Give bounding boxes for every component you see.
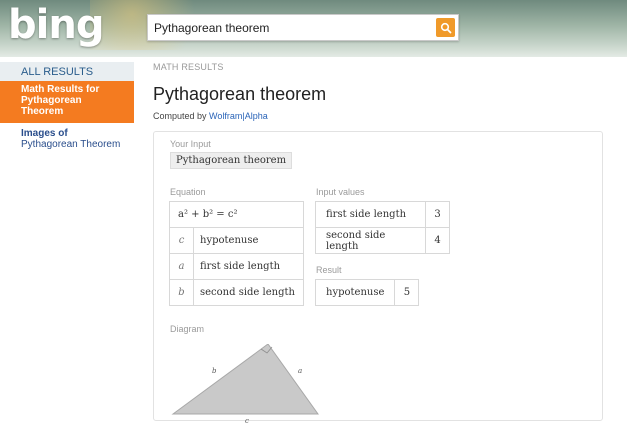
- input-values-table: first side length 3 second side length 4: [315, 201, 450, 254]
- table-row: hypotenuse 5: [314, 279, 420, 306]
- your-input-label: Your Input: [170, 139, 211, 149]
- result-name-cell: hypotenuse: [314, 279, 396, 306]
- search-button[interactable]: [436, 18, 455, 37]
- diagram-label: Diagram: [170, 324, 205, 334]
- equation-label: Equation: [170, 187, 206, 197]
- input-value-cell: 3: [425, 201, 450, 228]
- computed-by-label: Computed by: [153, 111, 210, 121]
- input-value-cell: 4: [425, 227, 450, 254]
- result-value-cell: 5: [394, 279, 420, 306]
- wolfram-alpha-link[interactable]: Wolfram|Alpha: [209, 111, 268, 121]
- symbol-cell: b: [169, 279, 194, 306]
- symbol-cell: c: [169, 227, 194, 254]
- table-row: a² + b² = c²: [169, 201, 304, 228]
- side-a-label: a: [298, 367, 302, 375]
- result-label: Result: [316, 265, 342, 275]
- sidebar-item-images[interactable]: Images of Pythagorean Theorem: [0, 123, 134, 155]
- sidebar-item-all-results[interactable]: ALL RESULTS: [0, 62, 134, 81]
- breadcrumb: MATH RESULTS: [153, 62, 224, 72]
- sidebar-item-label: Pythagorean Theorem: [21, 139, 121, 150]
- description-cell: first side length: [193, 253, 304, 280]
- side-b-label: b: [212, 367, 217, 375]
- input-values-label: Input values: [316, 187, 365, 197]
- sidebar-item-label: Math Results for: [21, 84, 100, 95]
- table-row: b second side length: [169, 279, 304, 306]
- result-table: hypotenuse 5: [314, 279, 420, 306]
- sidebar-item-label: Images of: [21, 128, 68, 139]
- table-row: a first side length: [169, 253, 304, 280]
- sidebar-item-label: Theorem: [21, 106, 64, 117]
- search-box: [147, 14, 459, 41]
- sidebar-item-math-results[interactable]: Math Results for Pythagorean Theorem: [0, 81, 134, 123]
- computed-by: Computed by Wolfram|Alpha: [153, 111, 613, 121]
- search-input[interactable]: [148, 15, 428, 40]
- table-row: first side length 3: [315, 201, 450, 228]
- sidebar: ALL RESULTS Math Results for Pythagorean…: [0, 62, 134, 155]
- table-row: second side length 4: [315, 227, 450, 254]
- page-title: Pythagorean theorem: [153, 84, 327, 104]
- side-c-label: c: [245, 417, 249, 424]
- table-row: c hypotenuse: [169, 227, 304, 254]
- right-triangle-diagram: b a c: [171, 344, 319, 424]
- header-bar: bing: [0, 0, 627, 57]
- equation-table: a² + b² = c² c hypotenuse a first side l…: [169, 201, 304, 306]
- your-input-value: Pythagorean theorem: [170, 152, 293, 169]
- symbol-cell: a: [169, 253, 194, 280]
- magnifier-icon: [440, 22, 451, 33]
- description-cell: hypotenuse: [193, 227, 304, 254]
- sidebar-item-label: Pythagorean: [21, 95, 82, 106]
- triangle-shape: [171, 344, 319, 415]
- bing-logo[interactable]: bing: [8, 2, 104, 48]
- math-result-pod: Your Input Pythagorean theorem Equation …: [153, 131, 603, 424]
- input-name-cell: second side length: [315, 227, 426, 254]
- description-cell: second side length: [193, 279, 304, 306]
- input-name-cell: first side length: [315, 201, 426, 228]
- main-content: MATH RESULTS Pythagorean theorem Compute…: [153, 62, 613, 121]
- equation-cell: a² + b² = c²: [169, 201, 304, 228]
